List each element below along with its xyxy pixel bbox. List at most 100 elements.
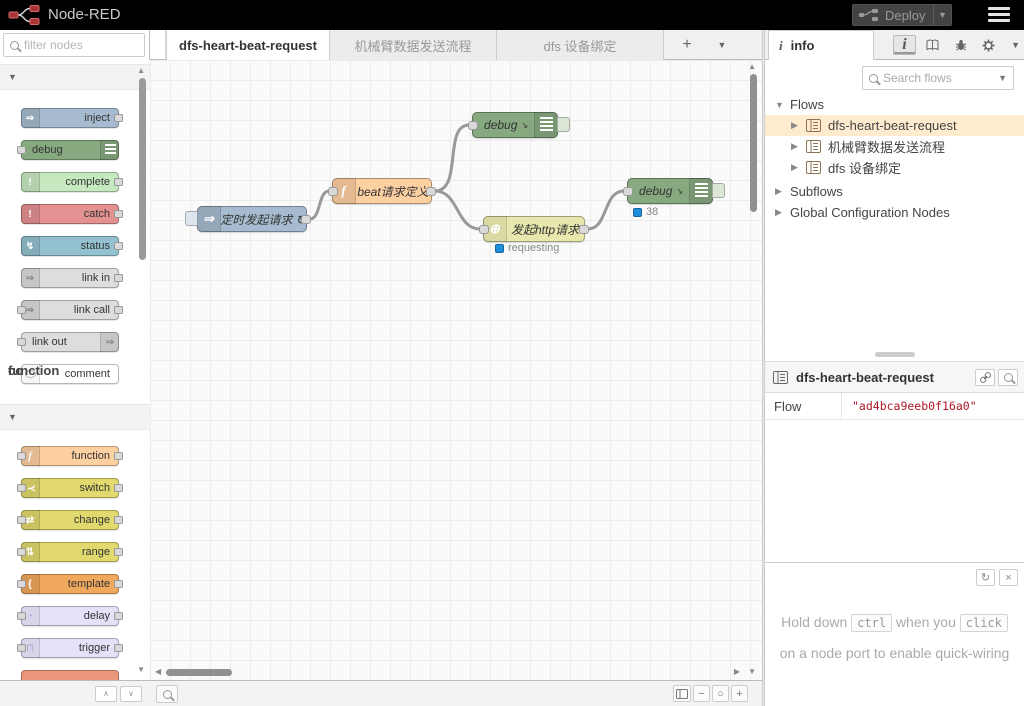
canvas-node-function[interactable]: f beat请求定义 (332, 178, 432, 204)
tree-item-flow-1[interactable]: ▶ dfs-heart-beat-request (765, 115, 1024, 136)
search-options-caret[interactable]: ▼ (998, 73, 1007, 83)
input-port[interactable] (17, 612, 26, 620)
canvas-search-button[interactable] (156, 685, 178, 703)
zoom-out-button[interactable]: − (693, 685, 710, 702)
canvas-horizontal-scrollbar[interactable] (166, 669, 232, 676)
tip-text: Hold down ctrl when you click on a node … (765, 607, 1024, 668)
zoom-reset-button[interactable]: ○ (712, 685, 729, 702)
node-details-header: dfs-heart-beat-request (765, 362, 1024, 393)
deploy-button[interactable]: Deploy ▼ (852, 4, 952, 26)
canvas-node-http-request[interactable]: ⊕ 发起http请求 (483, 216, 585, 242)
flow-tab-2[interactable]: 机械臂数据发送流程 (330, 30, 497, 60)
flow-list-caret[interactable]: ▼ (710, 30, 734, 60)
canvas-scroll-left-arrow[interactable]: ◀ (155, 667, 161, 676)
next-tip-button[interactable]: ↻ (976, 569, 995, 586)
main-menu-button[interactable] (988, 7, 1010, 25)
tree-item-flows[interactable]: ▼ Flows (765, 94, 1024, 115)
palette-node-function[interactable]: f function (21, 446, 119, 466)
info-icon: i (779, 38, 783, 54)
output-port[interactable] (114, 516, 123, 524)
input-port[interactable] (623, 187, 633, 196)
sidebar-tabbar: i info i (765, 30, 1024, 60)
close-tips-button[interactable]: × (999, 569, 1018, 586)
chevron-right-icon: ▶ (775, 207, 783, 218)
input-port[interactable] (17, 516, 26, 524)
canvas-node-inject[interactable]: ⇒ 定时发起请求 ↻ (197, 206, 307, 232)
input-port[interactable] (468, 121, 478, 130)
input-port[interactable] (17, 644, 26, 652)
copy-link-button[interactable] (975, 369, 995, 386)
palette-node-change[interactable]: ⇄ change (21, 510, 119, 530)
deploy-options-caret[interactable]: ▼ (933, 5, 951, 25)
palette-category-function[interactable]: ▼ function (0, 404, 150, 430)
palette-scroll-up-arrow[interactable]: ▲ (137, 66, 145, 75)
output-port[interactable] (114, 178, 123, 186)
add-flow-button[interactable]: + (672, 30, 702, 60)
palette-node-template[interactable]: { template (21, 574, 119, 594)
canvas-scroll-down-arrow[interactable]: ▼ (748, 667, 756, 676)
canvas-node-debug-1[interactable]: debug↘ (472, 112, 558, 138)
output-port[interactable] (114, 644, 123, 652)
tree-item-flow-3[interactable]: ▶ dfs 设备绑定 (765, 157, 1024, 178)
book-icon (926, 39, 939, 51)
tree-item-global-config[interactable]: ▶ Global Configuration Nodes (765, 202, 1024, 223)
output-port[interactable] (114, 452, 123, 460)
input-port[interactable] (479, 225, 489, 234)
search-flows-input[interactable] (883, 71, 983, 85)
navigator-button[interactable] (673, 685, 691, 702)
input-port[interactable] (17, 452, 26, 460)
output-port[interactable] (114, 114, 123, 122)
collapse-all-button[interactable]: ∧ (95, 686, 117, 702)
output-port[interactable] (114, 274, 123, 282)
input-port[interactable] (17, 580, 26, 588)
canvas-vertical-scrollbar[interactable] (750, 74, 757, 212)
search-flows-box[interactable]: ▼ (862, 66, 1014, 90)
output-port[interactable] (114, 484, 123, 492)
flow-tab-3[interactable]: dfs 设备绑定 (497, 30, 664, 60)
find-node-button[interactable] (998, 369, 1018, 386)
output-port[interactable] (114, 306, 123, 314)
palette-scroll-down-arrow[interactable]: ▼ (137, 665, 145, 674)
sidebar-menu-caret[interactable]: ▼ (1011, 40, 1020, 50)
palette-scrollbar[interactable] (139, 78, 146, 260)
palette-filter-input[interactable] (24, 38, 134, 52)
link-out-icon: ⇒ (100, 332, 119, 352)
output-port[interactable] (114, 242, 123, 250)
debug-tool-button[interactable] (949, 35, 972, 55)
output-port[interactable] (426, 187, 436, 196)
debug-toggle-button[interactable] (557, 117, 570, 132)
details-field-label: Flow (765, 399, 841, 414)
palette-node-exec[interactable] (21, 670, 119, 680)
output-port[interactable] (301, 215, 311, 224)
tab-info[interactable]: i info (768, 30, 874, 60)
debug-icon (100, 140, 119, 160)
input-port[interactable] (17, 484, 26, 492)
palette-node-delay[interactable]: ◔ delay (21, 606, 119, 626)
zoom-controls: − ○ + (673, 685, 748, 702)
tree-item-subflows[interactable]: ▶ Subflows (765, 181, 1024, 202)
output-port[interactable] (114, 612, 123, 620)
palette-filter[interactable] (3, 33, 145, 57)
panel-resize-handle[interactable] (875, 352, 915, 357)
info-tool-button[interactable]: i (893, 35, 916, 55)
palette-node-range[interactable]: ⇅ range (21, 542, 119, 562)
flow-canvas[interactable]: ⇒ 定时发起请求 ↻ f beat请求定义 debug↘ ⊕ 发 (150, 60, 762, 680)
output-port[interactable] (114, 548, 123, 556)
output-port[interactable] (114, 210, 123, 218)
canvas-scroll-up-arrow[interactable]: ▲ (748, 62, 756, 71)
palette-node-trigger[interactable]: ⊓ trigger (21, 638, 119, 658)
help-tool-button[interactable] (921, 35, 944, 55)
expand-all-button[interactable]: ∨ (120, 686, 142, 702)
tree-item-flow-2[interactable]: ▶ 机械臂数据发送流程 (765, 136, 1024, 157)
palette-node-switch[interactable]: Y switch (21, 478, 119, 498)
input-port[interactable] (328, 187, 338, 196)
debug-toggle-button[interactable] (712, 183, 725, 198)
canvas-node-debug-2[interactable]: debug↘ (627, 178, 713, 204)
zoom-in-button[interactable]: + (731, 685, 748, 702)
config-tool-button[interactable] (977, 35, 1000, 55)
flow-tab-1[interactable]: dfs-heart-beat-request (166, 30, 330, 60)
output-port[interactable] (579, 225, 589, 234)
output-port[interactable] (114, 580, 123, 588)
canvas-scroll-right-arrow[interactable]: ▶ (734, 667, 740, 676)
input-port[interactable] (17, 548, 26, 556)
